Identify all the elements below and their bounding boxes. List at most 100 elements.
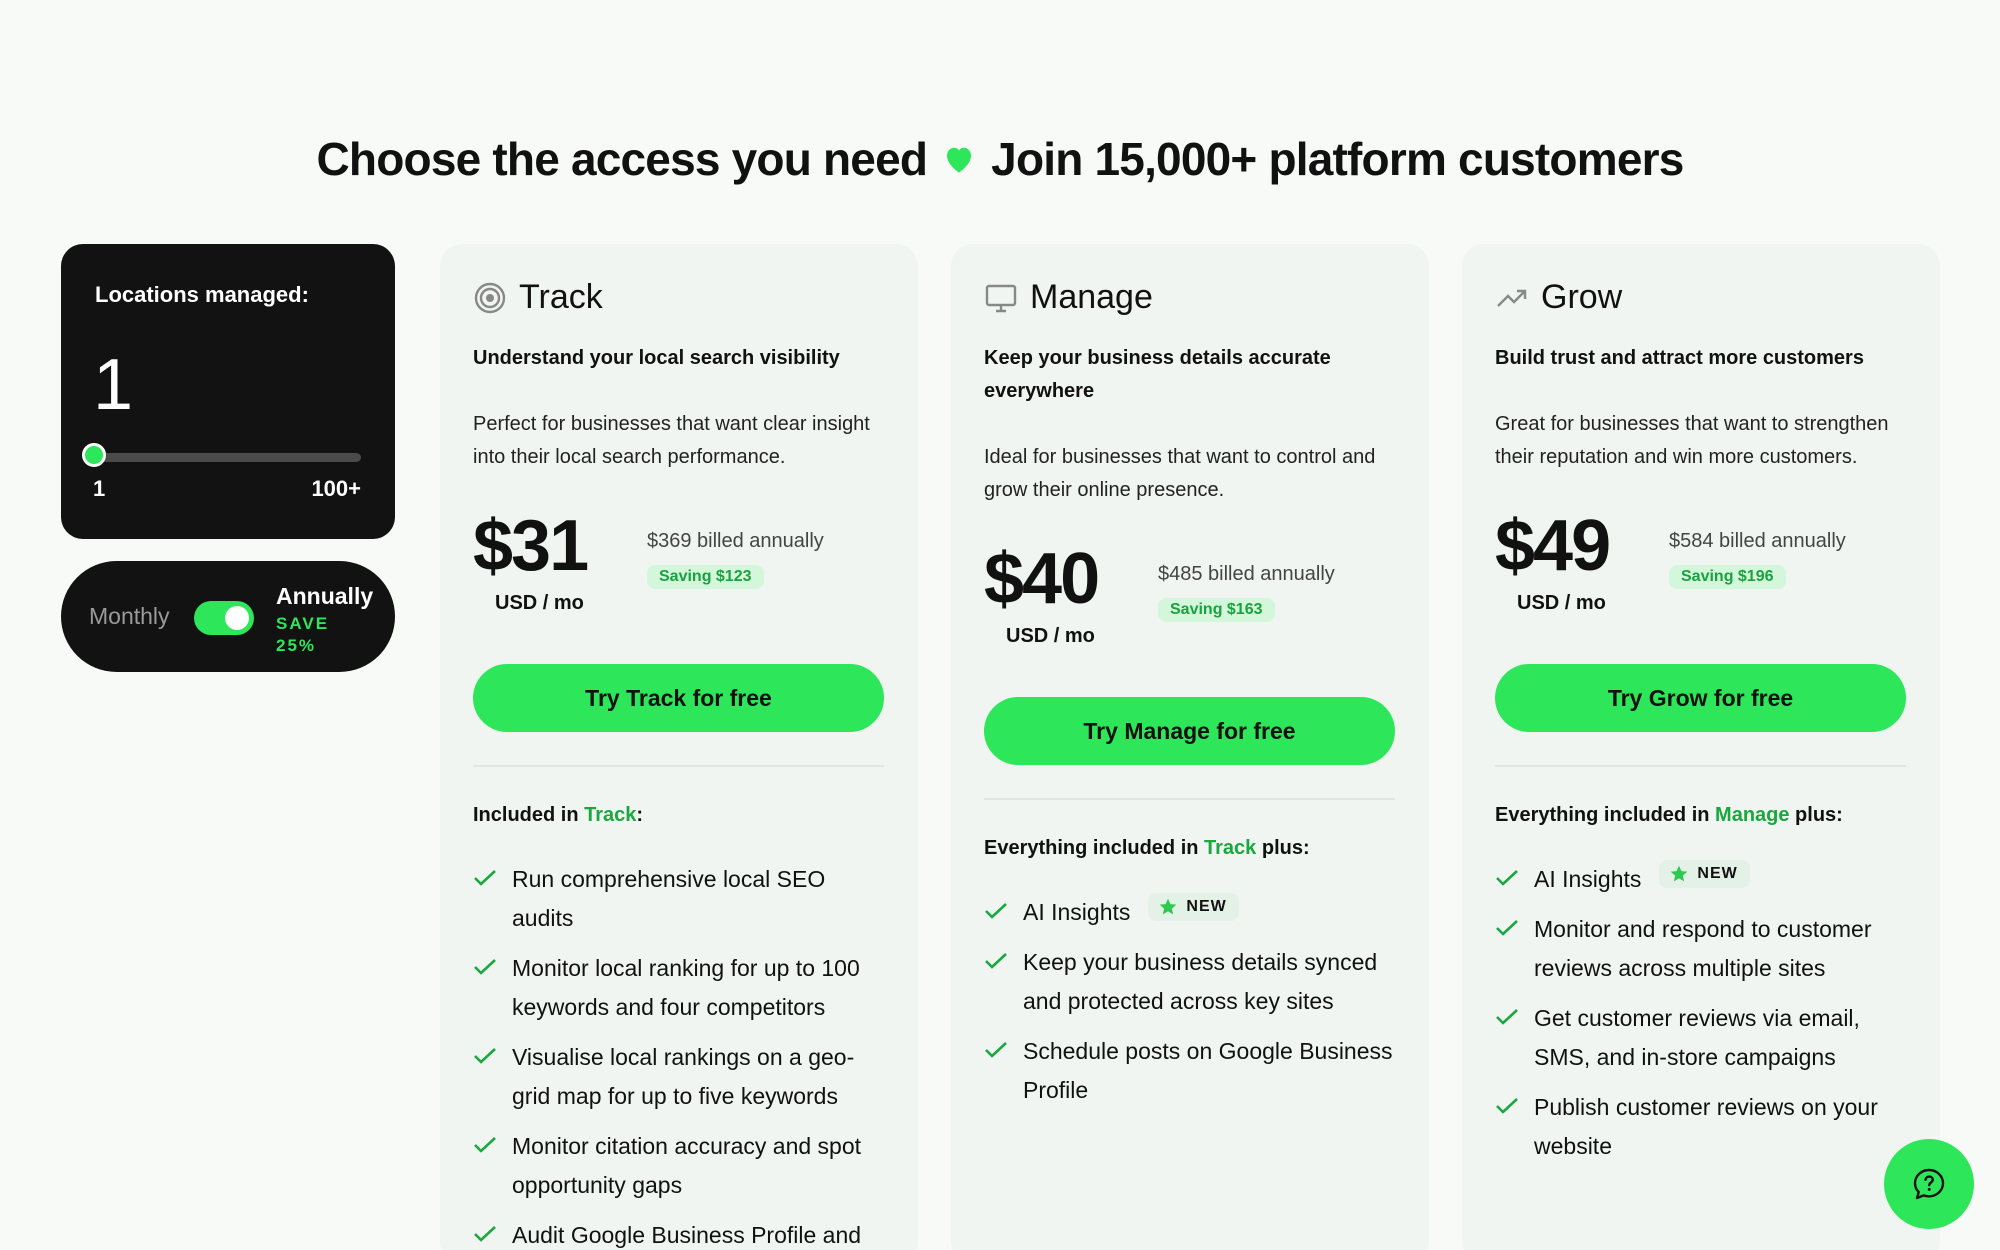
monthly-option[interactable]: Monthly (89, 603, 170, 630)
price-unit: USD / mo (1006, 625, 1095, 647)
plan-card-manage: Manage Keep your business details accura… (951, 244, 1429, 1250)
plan-header: Grow (1495, 278, 1622, 317)
included-plan-link[interactable]: Track (584, 804, 636, 826)
billed-annually: $369 billed annually (647, 530, 824, 552)
check-icon (985, 953, 1007, 969)
check-icon (474, 959, 496, 975)
plan-name: Track (519, 278, 603, 316)
check-icon (474, 870, 496, 886)
feature-item: Schedule posts on Google Business Profil… (984, 1032, 1396, 1110)
plan-description: Great for businesses that want to streng… (1495, 413, 1889, 468)
included-prefix: Everything included in (984, 837, 1205, 859)
feature-item: Get customer reviews via email, SMS, and… (1495, 999, 1907, 1077)
plan-name: Manage (1030, 278, 1153, 316)
feature-text: Keep your business details synced and pr… (1023, 949, 1378, 1014)
divider (1495, 765, 1906, 767)
feature-text: Monitor local ranking for up to 100 keyw… (512, 955, 860, 1020)
plan-tagline: Understand your local search visibility (473, 347, 840, 369)
included-heading: Everything included in Manage plus: (1495, 804, 1843, 827)
feature-text: Schedule posts on Google Business Profil… (1023, 1038, 1393, 1103)
plan-card-track: Track Understand your local search visib… (440, 244, 918, 1250)
locations-value: 1 (93, 345, 134, 425)
star-icon (1160, 898, 1177, 915)
price-block: $31 USD / mo (473, 506, 589, 615)
feature-text: Run comprehensive local SEO audits (512, 866, 826, 931)
included-suffix: plus: (1789, 804, 1843, 826)
feature-item: Publish customer reviews on your website (1495, 1088, 1907, 1166)
annually-option[interactable]: Annually (276, 583, 373, 610)
included-prefix: Everything included in (1495, 804, 1716, 826)
divider (984, 798, 1395, 800)
feature-item: Audit Google Business Profile and (473, 1216, 885, 1250)
feature-item: Visualise local rankings on a geo-grid m… (473, 1038, 885, 1116)
billing-info: $584 billed annually Saving $196 (1669, 530, 1846, 589)
try-track-button[interactable]: Try Track for free (473, 664, 884, 732)
saving-badge: Saving $163 (1158, 598, 1275, 622)
included-suffix: : (636, 804, 644, 826)
locations-card: Locations managed: 1 1 100+ (61, 244, 395, 539)
try-grow-button[interactable]: Try Grow for free (1495, 664, 1906, 732)
feature-list: AI Insights NEW Monitor and respond to cu… (1495, 860, 1907, 1177)
headline-right: Join 15,000+ platform customers (991, 133, 1684, 185)
feature-list: AI Insights NEW Keep your business detail… (984, 893, 1396, 1121)
target-icon (473, 281, 507, 315)
check-icon (985, 1042, 1007, 1058)
slider-max-label: 100+ (311, 476, 361, 501)
check-icon (1496, 1009, 1518, 1025)
toggle-knob (225, 606, 249, 630)
headline-left: Choose the access you need (316, 133, 928, 185)
billing-info: $369 billed annually Saving $123 (647, 530, 824, 589)
feature-text: Visualise local rankings on a geo-grid m… (512, 1044, 855, 1109)
new-badge: NEW (1148, 893, 1239, 921)
new-label: NEW (1186, 898, 1227, 915)
plan-price: $40 (984, 539, 1100, 619)
new-badge: NEW (1659, 860, 1750, 888)
plan-description: Ideal for businesses that want to contro… (984, 446, 1376, 501)
feature-text: Get customer reviews via email, SMS, and… (1534, 1005, 1860, 1070)
price-block: $49 USD / mo (1495, 510, 1611, 615)
billing-toggle[interactable] (194, 601, 254, 635)
plan-card-grow: Grow Build trust and attract more custom… (1462, 244, 1940, 1250)
feature-item: Keep your business details synced and pr… (984, 943, 1396, 1021)
saving-badge: Saving $196 (1669, 565, 1786, 589)
monitor-icon (984, 281, 1018, 315)
billed-annually: $584 billed annually (1669, 530, 1846, 552)
divider (473, 765, 884, 767)
feature-item: Monitor and respond to customer reviews … (1495, 910, 1907, 988)
feature-text: Audit Google Business Profile and (512, 1222, 862, 1248)
check-icon (985, 903, 1007, 919)
plan-description: Perfect for businesses that want clear i… (473, 413, 870, 468)
price-unit: USD / mo (495, 592, 584, 614)
included-prefix: Included in (473, 804, 585, 826)
try-manage-button[interactable]: Try Manage for free (984, 697, 1395, 765)
locations-slider-track[interactable] (95, 453, 361, 462)
price-block: $40 USD / mo (984, 539, 1100, 648)
check-icon (474, 1048, 496, 1064)
check-icon (1496, 870, 1518, 886)
plan-price: $31 (473, 506, 589, 586)
included-plan-link[interactable]: Track (1204, 837, 1256, 859)
feature-list: Run comprehensive local SEO audits Monit… (473, 860, 885, 1250)
included-heading: Everything included in Track plus: (984, 837, 1310, 860)
help-chat-button[interactable] (1884, 1139, 1974, 1229)
locations-slider-thumb[interactable] (82, 443, 106, 467)
feature-text: Monitor and respond to customer reviews … (1534, 916, 1872, 981)
feature-item: Monitor local ranking for up to 100 keyw… (473, 949, 885, 1027)
star-icon (1671, 865, 1688, 882)
locations-title: Locations managed: (95, 282, 309, 307)
price-unit: USD / mo (1517, 592, 1606, 614)
trending-up-icon (1495, 281, 1529, 315)
included-plan-link[interactable]: Manage (1715, 804, 1789, 826)
plan-header: Manage (984, 278, 1153, 317)
included-heading: Included in Track: (473, 804, 643, 827)
feature-item: AI Insights NEW (1495, 860, 1907, 899)
billing-info: $485 billed annually Saving $163 (1158, 563, 1335, 622)
page-headline: Choose the access you need Join 15,000+ … (0, 132, 2000, 186)
check-icon (1496, 920, 1518, 936)
check-icon (474, 1137, 496, 1153)
feature-item: Run comprehensive local SEO audits (473, 860, 885, 938)
check-icon (1496, 1098, 1518, 1114)
included-suffix: plus: (1256, 837, 1310, 859)
slider-min-label: 1 (93, 476, 106, 501)
help-chat-icon (1913, 1168, 1945, 1200)
